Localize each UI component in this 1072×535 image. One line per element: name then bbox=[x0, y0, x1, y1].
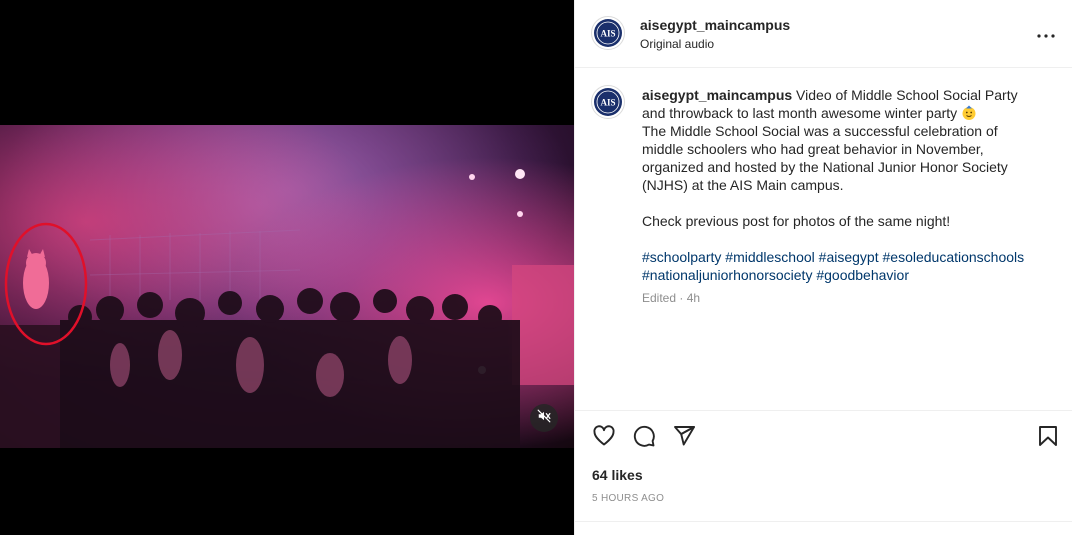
share-button[interactable] bbox=[671, 425, 697, 451]
post-username[interactable]: aisegypt_maincampus bbox=[640, 17, 790, 33]
edited-timestamp: Edited · 4h bbox=[642, 291, 701, 305]
avatar-logo-text: AIS bbox=[600, 29, 615, 39]
video-player[interactable] bbox=[0, 125, 574, 448]
more-options-button[interactable] bbox=[1034, 22, 1058, 46]
comment-button[interactable] bbox=[631, 425, 657, 451]
face-with-party-icon bbox=[961, 105, 977, 121]
hashtag-link[interactable]: #aisegypt bbox=[819, 249, 879, 265]
hashtag-list: #schoolparty #middleschool #aisegypt #es… bbox=[642, 248, 1042, 284]
post-panel: AIS aisegypt_maincampus Original audio A… bbox=[574, 0, 1072, 535]
likes-count[interactable]: 64 likes bbox=[592, 467, 643, 483]
caption-section: AIS aisegypt_maincampus Video of Middle … bbox=[575, 69, 1072, 411]
save-button[interactable] bbox=[1035, 425, 1061, 451]
hashtag-link[interactable]: #esoleducationschools bbox=[883, 249, 1025, 265]
divider bbox=[575, 521, 1072, 522]
heart-icon bbox=[592, 424, 616, 453]
hashtag-link[interactable]: #goodbehavior bbox=[816, 267, 909, 283]
caption-avatar[interactable]: AIS bbox=[591, 85, 625, 119]
post-header: AIS aisegypt_maincampus Original audio bbox=[575, 0, 1072, 68]
caption-username[interactable]: aisegypt_maincampus bbox=[642, 87, 792, 103]
caption-body: The Middle School Social was a successfu… bbox=[642, 123, 1008, 193]
avatar[interactable]: AIS bbox=[591, 16, 625, 50]
hashtag-link[interactable]: #middleschool bbox=[725, 249, 815, 265]
hashtag-link[interactable]: #nationaljuniorhonorsociety bbox=[642, 267, 812, 283]
caption-cta: Check previous post for photos of the sa… bbox=[642, 213, 951, 229]
media-area bbox=[0, 0, 574, 535]
hashtag-link[interactable]: #schoolparty bbox=[642, 249, 721, 265]
post-time: 5 HOURS AGO bbox=[592, 493, 665, 504]
bookmark-icon bbox=[1037, 424, 1059, 453]
post-caption: aisegypt_maincampus Video of Middle Scho… bbox=[642, 86, 1042, 284]
audio-label[interactable]: Original audio bbox=[640, 37, 714, 51]
send-icon bbox=[672, 424, 696, 453]
mute-toggle-button[interactable] bbox=[530, 404, 558, 432]
video-scene bbox=[0, 125, 574, 448]
like-button[interactable] bbox=[591, 424, 617, 453]
comment-icon bbox=[632, 424, 656, 453]
action-bar bbox=[575, 420, 1072, 456]
caption-avatar-logo-text: AIS bbox=[600, 98, 615, 108]
more-options-icon bbox=[1037, 25, 1055, 43]
muted-speaker-icon bbox=[537, 409, 551, 428]
